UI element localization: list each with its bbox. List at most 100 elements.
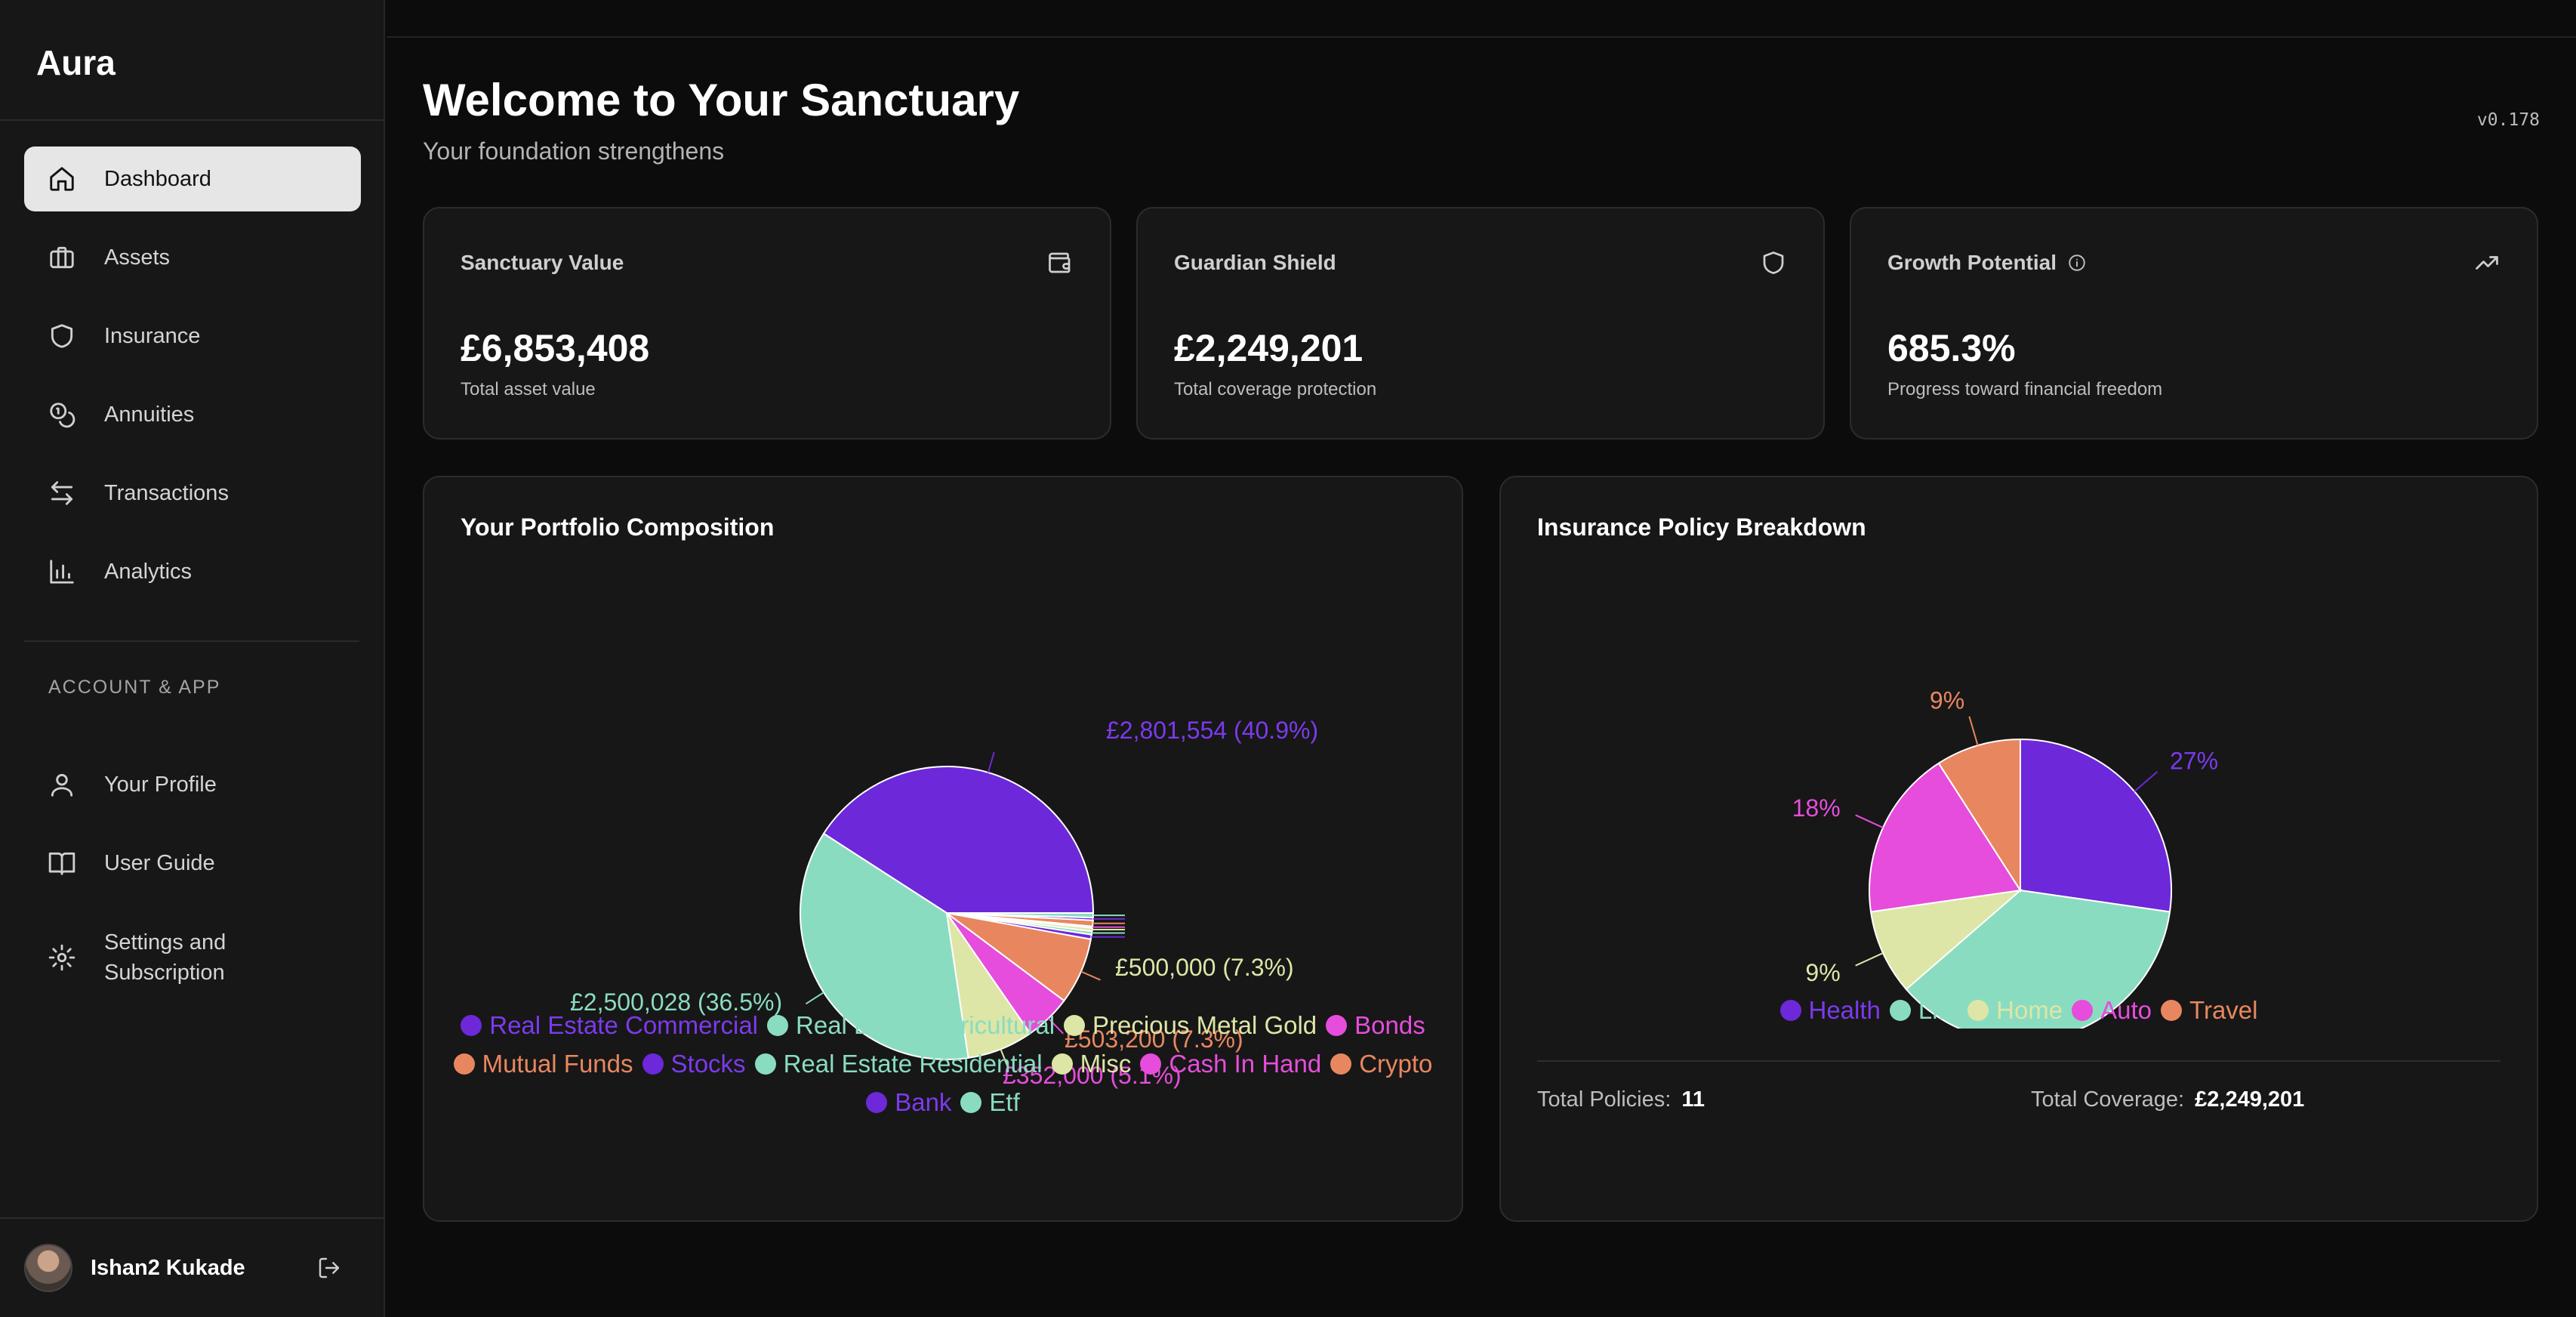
topbar-divider xyxy=(387,36,2576,38)
sidebar-item-label: Transactions xyxy=(104,481,229,505)
sidebar-item-user-guide[interactable]: User Guide xyxy=(24,831,361,896)
legend-swatch xyxy=(1326,1015,1348,1036)
legend-swatch xyxy=(1064,1015,1086,1036)
sidebar-item-label: Settings and Subscription xyxy=(104,927,226,988)
sidebar-item-dashboard[interactable]: Dashboard xyxy=(24,147,361,211)
settings-label-line2: Subscription xyxy=(104,961,225,985)
legend-item-precious-metal-gold[interactable]: Precious Metal Gold xyxy=(1064,1007,1317,1044)
legend-label: Home xyxy=(1996,996,2063,1024)
legend-item-bonds[interactable]: Bonds xyxy=(1326,1007,1425,1044)
sidebar-divider xyxy=(24,640,359,642)
legend-item-real-estate-commercial[interactable]: Real Estate Commercial xyxy=(461,1007,758,1044)
legend-swatch xyxy=(2161,1000,2183,1021)
legend-item-auto[interactable]: Auto xyxy=(2072,992,2152,1029)
pie-value-label-auto: 18% xyxy=(1792,794,1841,822)
settings-label-line1: Settings and xyxy=(104,930,226,955)
sidebar-item-insurance[interactable]: Insurance xyxy=(24,304,361,369)
page-subtitle: Your foundation strengthens xyxy=(423,137,725,165)
avatar[interactable] xyxy=(24,1244,72,1292)
stat-description: Total coverage protection xyxy=(1174,379,1377,399)
pie-leader-line xyxy=(2134,771,2158,792)
legend-item-bank[interactable]: Bank xyxy=(866,1084,951,1121)
sidebar-item-label: Assets xyxy=(104,245,171,270)
legend-swatch xyxy=(754,1053,776,1075)
section-label-account: ACCOUNT & APP xyxy=(48,677,221,698)
legend-swatch xyxy=(461,1015,482,1036)
pie-leader-line xyxy=(1080,970,1101,981)
briefcase-icon xyxy=(47,242,77,273)
legend-item-crypto[interactable]: Crypto xyxy=(1330,1046,1432,1082)
sidebar-item-annuities[interactable]: Annuities xyxy=(24,382,361,447)
insurance-legend: Health Life Home Auto Travel xyxy=(1501,992,2537,1031)
trending-up-icon xyxy=(2473,249,2501,276)
portfolio-legend: Real Estate Commercial Real Estate Agricu… xyxy=(424,1007,1462,1123)
stat-title-row: Growth Potential xyxy=(1887,251,2087,275)
panel-title: Insurance Policy Breakdown xyxy=(1537,514,1866,541)
legend-swatch xyxy=(1140,1053,1162,1075)
total-policies: Total Policies: 11 xyxy=(1537,1087,1705,1112)
legend-item-mutual-funds[interactable]: Mutual Funds xyxy=(453,1046,633,1082)
legend-label: Mutual Funds xyxy=(482,1050,633,1078)
sidebar: Aura Dashboard Assets Insurance Annuitie… xyxy=(0,0,385,1317)
legend-item-misc[interactable]: Misc xyxy=(1051,1046,1132,1082)
legend-item-real-estate-residential[interactable]: Real Estate Residential xyxy=(754,1046,1043,1082)
legend-label: Real Estate Agricultural xyxy=(796,1011,1055,1039)
legend-item-stocks[interactable]: Stocks xyxy=(642,1046,746,1082)
sidebar-item-profile[interactable]: Your Profile xyxy=(24,752,361,817)
legend-item-real-estate-agricultural[interactable]: Real Estate Agricultural xyxy=(767,1007,1055,1044)
total-coverage-value: £2,249,201 xyxy=(2195,1087,2305,1112)
total-policies-value: 11 xyxy=(1681,1087,1705,1112)
pie-leader-line xyxy=(1855,952,1884,967)
pie-leader-line xyxy=(1968,716,1979,746)
stat-value: £6,853,408 xyxy=(461,327,650,369)
legend-swatch xyxy=(1779,1000,1801,1021)
pie-slice-health[interactable] xyxy=(2020,738,2172,913)
pie-value-label-health: 27% xyxy=(2170,747,2218,774)
user-icon xyxy=(47,770,77,800)
pie-leader-line xyxy=(1855,814,1884,828)
sidebar-item-label: Analytics xyxy=(104,560,193,584)
insurance-breakdown-panel: Insurance Policy Breakdown 27%36%9%18%9%… xyxy=(1499,476,2538,1222)
legend-label: Misc xyxy=(1080,1050,1132,1078)
brand-logo[interactable]: Aura xyxy=(36,42,116,83)
legend-item-cash-in-hand[interactable]: Cash In Hand xyxy=(1140,1046,1321,1082)
sidebar-item-transactions[interactable]: Transactions xyxy=(24,461,361,526)
pie-label-precious-metal-gold: £500,000 (7.3%) xyxy=(1115,954,1294,981)
sidebar-item-label: Annuities xyxy=(104,403,195,427)
sidebar-divider xyxy=(0,1217,384,1219)
legend-label: Cash In Hand xyxy=(1169,1050,1322,1078)
legend-item-health[interactable]: Health xyxy=(1779,992,1881,1029)
shield-icon xyxy=(1760,249,1787,276)
sidebar-item-settings[interactable]: Settings and Subscription xyxy=(24,921,361,994)
bar-chart-icon xyxy=(47,557,77,587)
panel-title: Your Portfolio Composition xyxy=(461,514,775,541)
user-name: Ishan2 Kukade xyxy=(91,1255,245,1280)
legend-swatch xyxy=(1330,1053,1352,1075)
legend-item-travel[interactable]: Travel xyxy=(2161,992,2258,1029)
sidebar-item-analytics[interactable]: Analytics xyxy=(24,539,361,604)
page-title: Welcome to Your Sanctuary xyxy=(423,75,1020,125)
pie-leader-line xyxy=(987,751,995,773)
pie-slices xyxy=(1869,738,2172,1029)
sidebar-item-assets[interactable]: Assets xyxy=(24,225,361,290)
legend-label: Auto xyxy=(2100,996,2152,1024)
stat-value: 685.3% xyxy=(1887,327,2016,369)
legend-swatch xyxy=(767,1015,789,1036)
arrows-left-right-icon xyxy=(47,478,77,508)
pie-value-label-travel: 9% xyxy=(1930,687,1964,714)
legend-swatch xyxy=(2072,1000,2094,1021)
portfolio-composition-panel: Your Portfolio Composition £2,801,554 (4… xyxy=(423,476,1463,1222)
info-icon[interactable] xyxy=(2067,253,2087,273)
stat-title: Growth Potential xyxy=(1887,251,2057,274)
legend-item-life[interactable]: Life xyxy=(1889,992,1958,1029)
stat-card-growth-potential: Growth Potential 685.3% Progress toward … xyxy=(1850,207,2538,440)
sidebar-item-label: Dashboard xyxy=(104,167,211,191)
legend-swatch xyxy=(642,1053,664,1075)
user-profile-row[interactable]: Ishan2 Kukade xyxy=(24,1243,361,1293)
legend-label: Travel xyxy=(2189,996,2258,1024)
legend-item-home[interactable]: Home xyxy=(1967,992,2063,1029)
legend-label: Health xyxy=(1808,996,1881,1024)
logout-icon[interactable] xyxy=(314,1253,344,1283)
sidebar-item-label: User Guide xyxy=(104,851,215,875)
legend-item-etf[interactable]: Etf xyxy=(960,1084,1020,1121)
